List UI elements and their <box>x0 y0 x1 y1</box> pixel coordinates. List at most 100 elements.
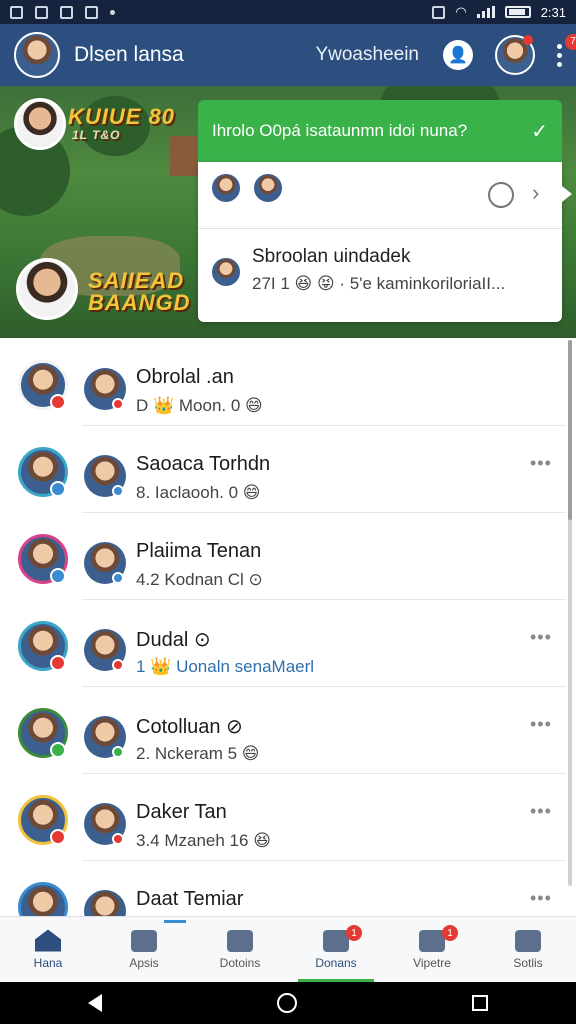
game-subtitle-top: 1L T&O <box>72 128 121 142</box>
tab-label: Apsis <box>129 955 159 970</box>
chat-list-item[interactable]: Daat Temiar ••• <box>0 860 576 916</box>
chat-preview: 3.4 Mzaneh 16 😆 <box>136 831 271 850</box>
chat-preview: D 👑 Moon. 0 😄 <box>136 396 263 415</box>
tab-edit[interactable]: Vipetre 1 <box>384 917 480 982</box>
scrollbar-thumb[interactable] <box>568 340 572 520</box>
tab-chat[interactable]: Dotoins <box>192 917 288 982</box>
system-nav-bar <box>0 982 576 1024</box>
chevron-right-icon[interactable]: › <box>532 180 539 206</box>
more-options-icon[interactable]: ••• <box>530 453 552 474</box>
status-dot <box>50 655 66 671</box>
chat-list-item[interactable]: Saoaca Torhdn 8. Iaclaooh. 0 😄 ••• <box>0 425 576 513</box>
online-badge <box>112 485 124 497</box>
banner-avatar-bottom[interactable] <box>16 258 78 320</box>
check-icon[interactable]: ✓ <box>531 119 548 144</box>
chat-list-item[interactable]: Cotolluan ⊘ 2. Nckeram 5 😄 ••• <box>0 686 576 774</box>
chat-name: Obrolal .an <box>136 366 234 388</box>
popup-question: Ihrolo O0pá isataunmn idoi nuna? <box>212 121 468 140</box>
my-avatar[interactable] <box>14 32 60 78</box>
chat-name: Daat Temiar <box>136 888 244 910</box>
online-badge <box>112 398 124 410</box>
back-icon[interactable] <box>87 994 102 1012</box>
status-dot <box>50 481 66 497</box>
tab-scroll-indicator <box>164 920 186 923</box>
online-badge <box>112 572 124 584</box>
chat-list[interactable]: Obrolal .an D 👑 Moon. 0 😄 Saoaca Torhdn 8. … <box>0 338 576 916</box>
status-dot <box>50 742 66 758</box>
tab-badge: 1 <box>442 925 458 941</box>
bottom-nav: Hana Apsis Dotoins Donans 1 Vipetre 1 Sotlis <box>0 916 576 982</box>
more-options-icon[interactable]: ••• <box>530 801 552 822</box>
status-dot <box>50 829 66 845</box>
chat-name: Daker Tan <box>136 801 227 823</box>
kebab-icon <box>557 43 562 49</box>
contact-avatar[interactable] <box>18 882 68 916</box>
tab-profile[interactable]: Sotlis <box>480 917 576 982</box>
more-options-button[interactable]: 7 <box>557 33 576 67</box>
scrollbar[interactable] <box>568 340 572 886</box>
app-header: Dlsen lansa Ywoasheein 👤 7 <box>0 24 576 86</box>
chat-list-item[interactable]: Obrolal .an D 👑 Moon. 0 😄 <box>0 338 576 426</box>
popup-divider <box>198 228 562 229</box>
status-dot <box>50 568 66 584</box>
tab-label: Vipetre <box>413 955 451 970</box>
game-title-top: KUIUE 80 <box>68 104 176 129</box>
popup-pointer <box>562 186 572 202</box>
cloud-icon <box>85 5 98 19</box>
online-badge <box>112 746 124 758</box>
more-options-icon[interactable]: ••• <box>530 714 552 735</box>
more-options-icon[interactable]: ••• <box>530 888 552 909</box>
online-badge <box>112 659 124 671</box>
chat-name: Cotolluan ⊘ <box>136 716 243 738</box>
tab-badge: 1 <box>346 925 362 941</box>
signal-icon <box>476 6 495 18</box>
tab-home[interactable]: Hana <box>0 917 96 982</box>
friend-avatar[interactable] <box>495 35 535 75</box>
gallery-icon <box>35 5 48 19</box>
popup-contact-name: Sbroolan uindadek <box>252 246 411 267</box>
recents-icon[interactable] <box>472 995 489 1011</box>
banner-avatar-top[interactable] <box>14 98 66 150</box>
secondary-avatar[interactable] <box>84 890 126 916</box>
chat-preview: 2. Nckeram 5 😄 <box>136 744 260 763</box>
tab-menu[interactable]: Apsis <box>96 917 192 982</box>
chat-preview: 1 👑 Uonaln senaMaerl <box>136 657 315 676</box>
chat-list-item[interactable]: Daker Tan 3.4 Mzaneh 16 😆 ••• <box>0 773 576 861</box>
popup-card[interactable]: › Sbroolan uindadek 27I 1 😆 😝 · 5'e kami… <box>198 162 562 322</box>
chat-preview: 8. Iaclaooh. 0 😄 <box>136 483 261 502</box>
status-notification-icons <box>10 5 115 19</box>
popup-message: 27I 1 😆 😝 · 5'e kaminkoriloriaII... <box>252 274 506 293</box>
image-icon <box>60 5 73 19</box>
popup-question-bar[interactable]: Ihrolo O0pá isataunmn idoi nuna? ✓ <box>198 100 562 162</box>
menu-icon <box>131 929 157 952</box>
home-icon <box>35 929 61 952</box>
popup-avatar-2[interactable] <box>252 172 284 204</box>
home-circle-icon[interactable] <box>276 993 297 1013</box>
status-bar: ◠ 2:31 <box>0 0 576 24</box>
add-contact-button[interactable]: 👤 <box>443 40 473 70</box>
mail-icon <box>10 5 23 19</box>
status-dot <box>50 394 66 410</box>
friend-status-dot <box>523 35 533 45</box>
wifi-icon: ◠ <box>455 4 467 19</box>
chat-preview: 4.2 Kodnan Cl ⊙ <box>136 570 263 589</box>
tab-label: Hana <box>33 955 63 970</box>
chat-list-item[interactable]: Plaiima Tenan 4.2 Kodnan Cl ⊙ <box>0 512 576 600</box>
popup-avatar-1[interactable] <box>210 172 242 204</box>
vibrate-icon <box>432 5 446 19</box>
chat-name: Plaiima Tenan <box>136 540 262 562</box>
person-icon: 👤 <box>448 47 468 64</box>
tab-contacts[interactable]: Donans 1 <box>288 917 384 982</box>
game-title-bottom-2: BAANGD <box>88 290 191 315</box>
profile-icon <box>515 929 541 952</box>
header-title: Dlsen lansa <box>74 43 184 66</box>
chat-icon <box>227 929 253 952</box>
header-subtitle[interactable]: Ywoasheein <box>315 44 419 66</box>
tab-label: Donans <box>315 955 357 970</box>
chat-name: Saoaca Torhdn <box>136 453 271 475</box>
clock-icon[interactable] <box>488 182 514 208</box>
chat-list-item[interactable]: Dudal ⊙ 1 👑 Uonaln senaMaerl ••• <box>0 599 576 687</box>
online-badge <box>112 833 124 845</box>
tab-label: Sotlis <box>513 955 543 970</box>
more-options-icon[interactable]: ••• <box>530 627 552 648</box>
